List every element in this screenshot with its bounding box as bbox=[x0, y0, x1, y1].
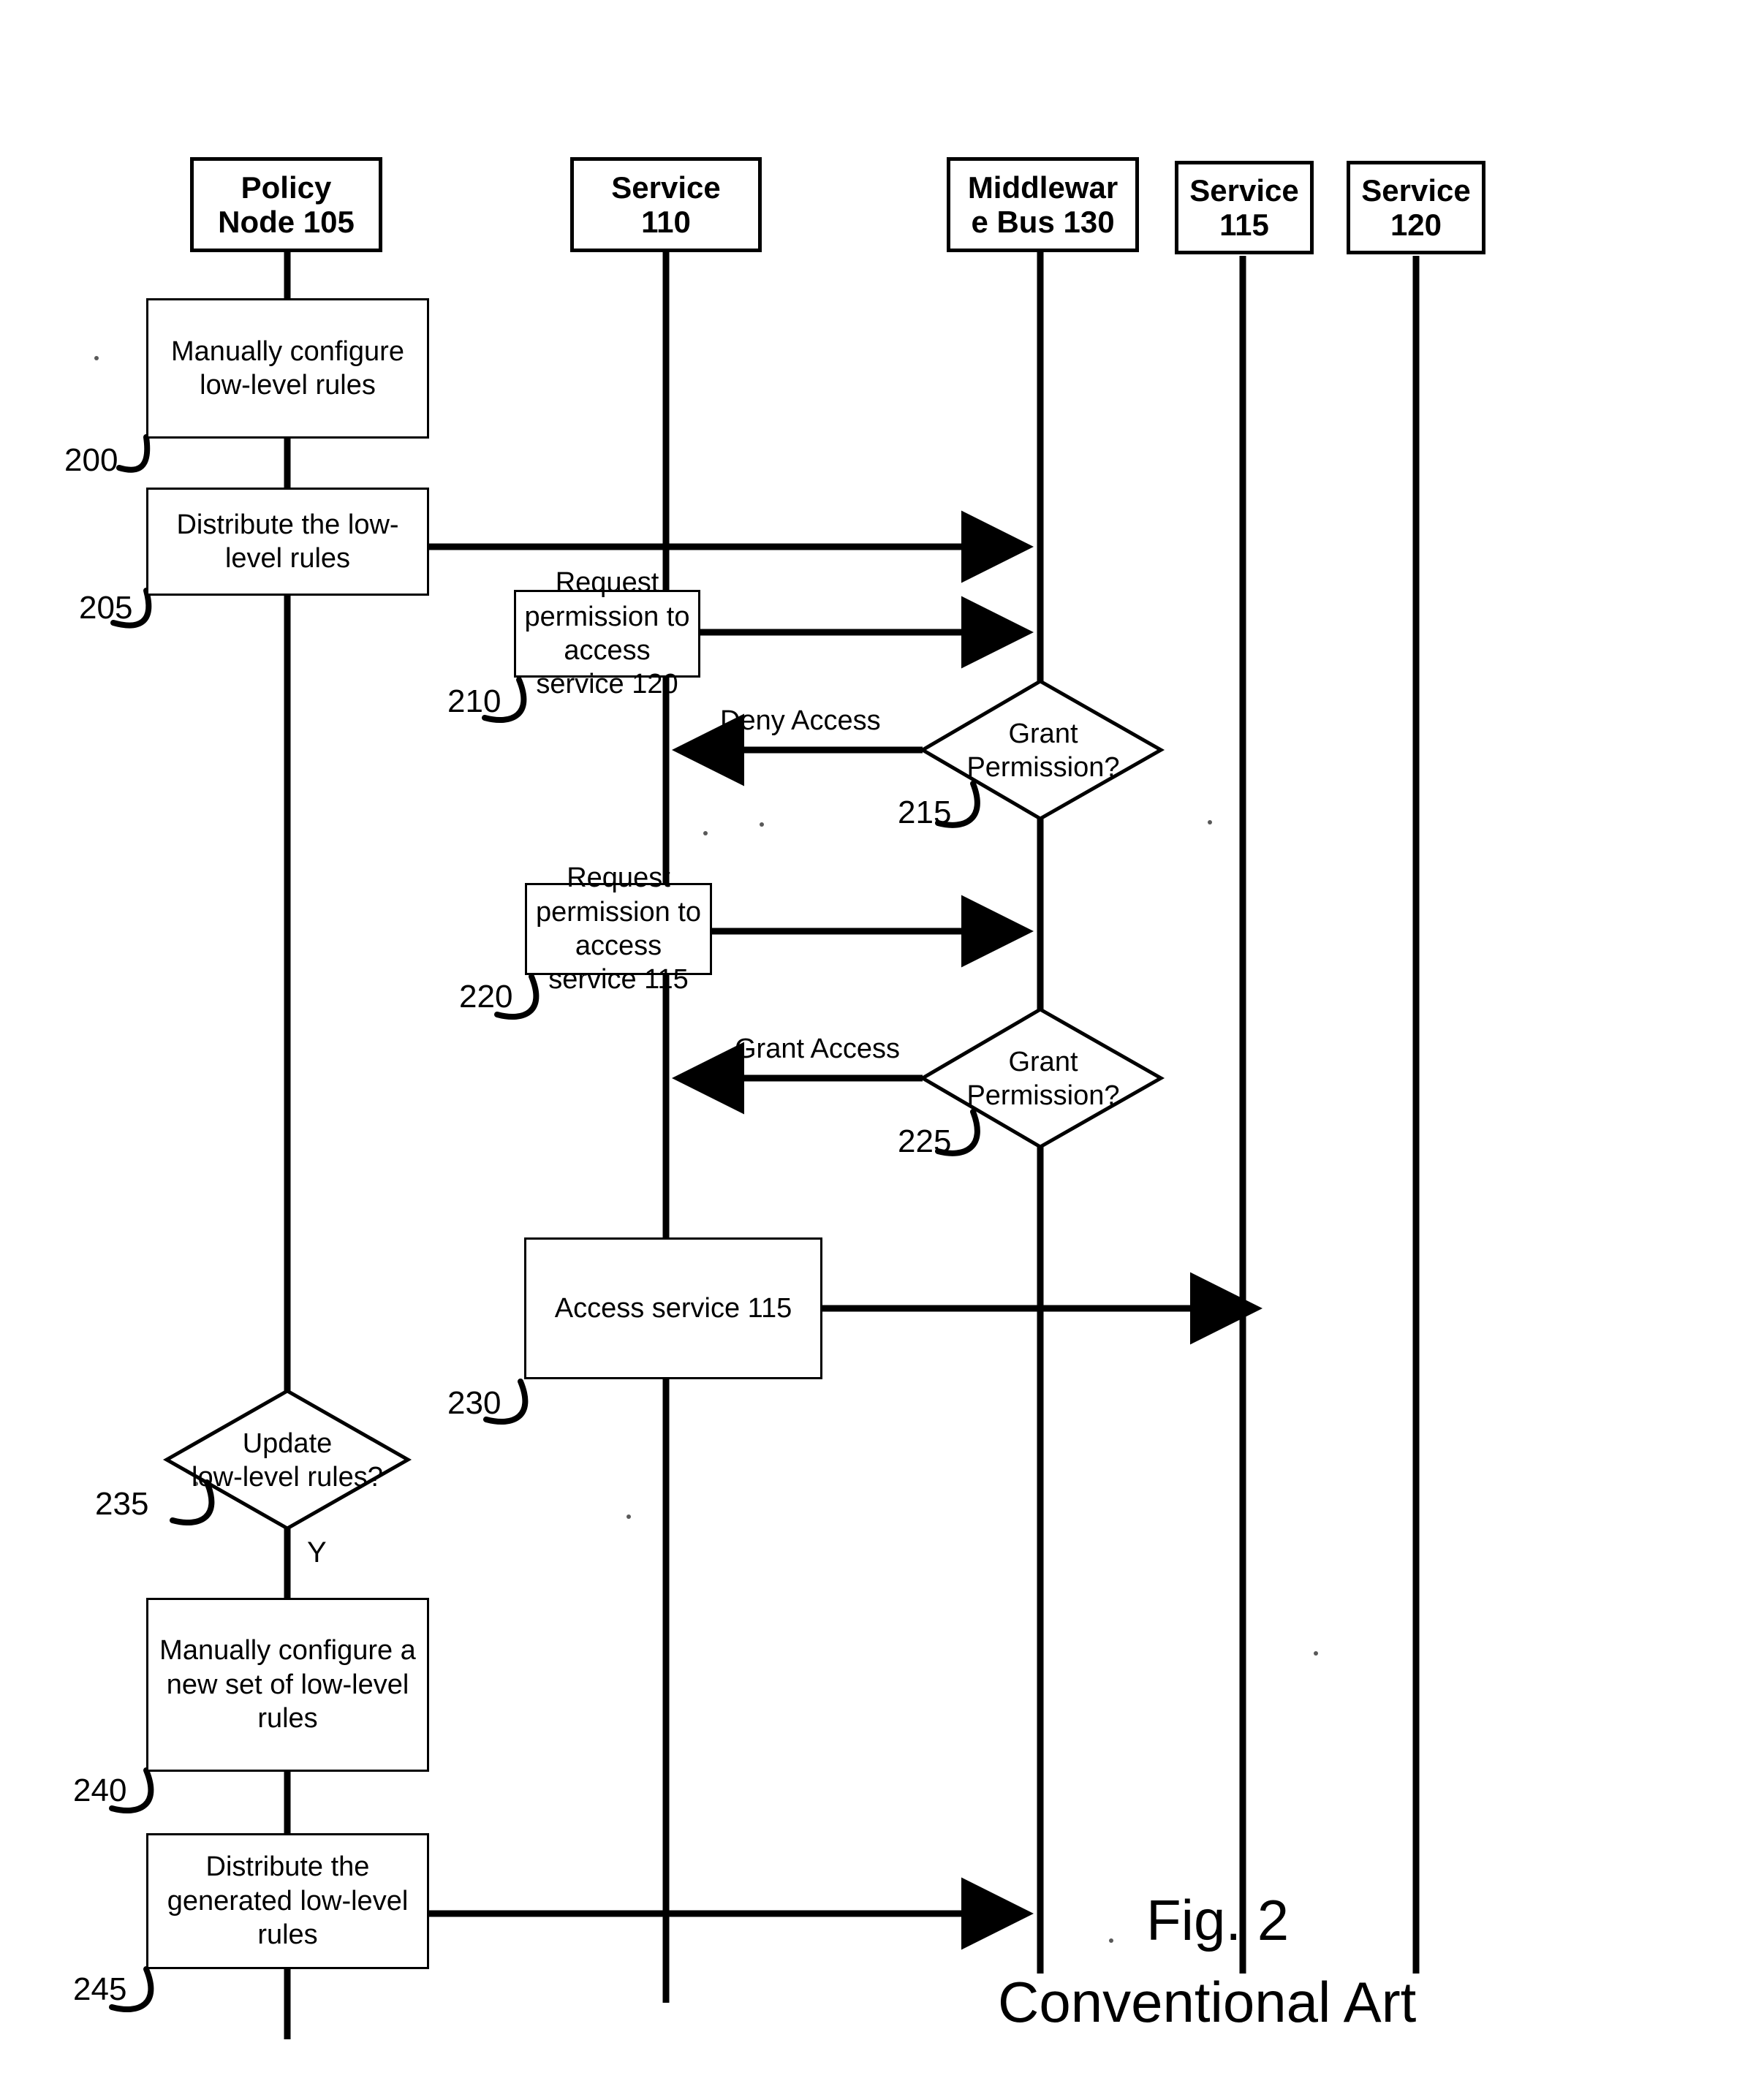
reference-number-235: 235 bbox=[95, 1486, 149, 1522]
process-box-200-label: Manually configure low-level rules bbox=[171, 335, 404, 401]
figure-title: Fig. 2 bbox=[1146, 1888, 1290, 1952]
process-box-230[interactable]: Access service 115 bbox=[524, 1237, 822, 1379]
process-box-245[interactable]: Distribute the generated low-level rules bbox=[146, 1833, 429, 1969]
patent-figure-canvas: Policy Node 105 Service 110 Middlewar e … bbox=[0, 0, 1764, 2089]
branch-label-yes: Y bbox=[307, 1536, 327, 1569]
process-box-200[interactable]: Manually configure low-level rules bbox=[146, 298, 429, 439]
reference-number-215: 215 bbox=[898, 795, 952, 830]
reference-number-220: 220 bbox=[459, 979, 513, 1015]
process-box-240-label: Manually configure a new set of low-leve… bbox=[159, 1635, 416, 1734]
reference-number-200: 200 bbox=[64, 442, 118, 478]
lane-header-service-115-line1: Service bbox=[1189, 172, 1299, 208]
lane-header-service-120-line1: Service bbox=[1361, 172, 1471, 208]
lane-header-policy-node-line1: Policy bbox=[241, 170, 332, 205]
lane-header-service-120[interactable]: Service 120 bbox=[1347, 161, 1485, 254]
reference-number-210: 210 bbox=[447, 683, 501, 719]
decision-label-215-line1: Grant bbox=[1008, 718, 1078, 749]
process-box-205[interactable]: Distribute the low-level rules bbox=[146, 488, 429, 596]
process-box-210[interactable]: Request permission to access service 120 bbox=[514, 567, 700, 700]
reference-number-205: 205 bbox=[79, 590, 133, 626]
reference-number-240: 240 bbox=[73, 1773, 127, 1808]
decision-label-215-line2: Permission? bbox=[966, 752, 1120, 783]
reference-number-225: 225 bbox=[898, 1123, 952, 1159]
lane-header-policy-node[interactable]: Policy Node 105 bbox=[190, 157, 382, 252]
process-box-210-label: Request permission to access service 120 bbox=[524, 567, 690, 700]
decision-label-235-line2: low-level rules? bbox=[192, 1462, 383, 1493]
lane-header-service-110[interactable]: Service 110 bbox=[570, 157, 762, 252]
edge-label-deny-access: Deny Access bbox=[720, 705, 881, 736]
decision-label-215[interactable]: Grant Permission? bbox=[937, 703, 1149, 798]
lane-header-middleware-bus[interactable]: Middlewar e Bus 130 bbox=[947, 157, 1139, 252]
process-box-220-label: Request permission to access service 115 bbox=[536, 862, 701, 996]
figure-subtitle: Conventional Art bbox=[998, 1970, 1417, 2034]
reference-number-230: 230 bbox=[447, 1385, 501, 1421]
decision-label-225-line2: Permission? bbox=[966, 1080, 1120, 1111]
lane-header-service-110-line1: Service bbox=[611, 170, 721, 205]
process-box-220[interactable]: Request permission to access service 115 bbox=[525, 862, 712, 995]
lane-header-service-110-line2: 110 bbox=[641, 205, 691, 239]
decision-label-225-line1: Grant bbox=[1008, 1046, 1078, 1077]
process-box-230-label: Access service 115 bbox=[554, 1292, 792, 1324]
lane-header-service-115-line2: 115 bbox=[1219, 208, 1269, 242]
decision-label-235-line1: Update bbox=[242, 1428, 333, 1459]
lane-header-policy-node-line2: Node 105 bbox=[218, 205, 355, 239]
process-box-245-label: Distribute the generated low-level rules bbox=[167, 1851, 409, 1951]
process-box-240[interactable]: Manually configure a new set of low-leve… bbox=[146, 1598, 429, 1772]
process-box-205-label: Distribute the low-level rules bbox=[176, 509, 399, 574]
decision-label-235[interactable]: Update low-level rules? bbox=[174, 1413, 401, 1508]
lane-header-middleware-bus-line1: Middlewar bbox=[967, 170, 1118, 205]
lane-header-service-120-line2: 120 bbox=[1390, 208, 1442, 242]
decision-label-225[interactable]: Grant Permission? bbox=[937, 1031, 1149, 1126]
lane-header-service-115[interactable]: Service 115 bbox=[1175, 161, 1314, 254]
edge-label-grant-access: Grant Access bbox=[735, 1034, 900, 1064]
lifeline-group bbox=[284, 252, 1420, 2039]
lane-header-middleware-bus-line2: e Bus 130 bbox=[971, 205, 1115, 239]
reference-number-245: 245 bbox=[73, 1971, 127, 2007]
leader-200 bbox=[116, 434, 151, 473]
